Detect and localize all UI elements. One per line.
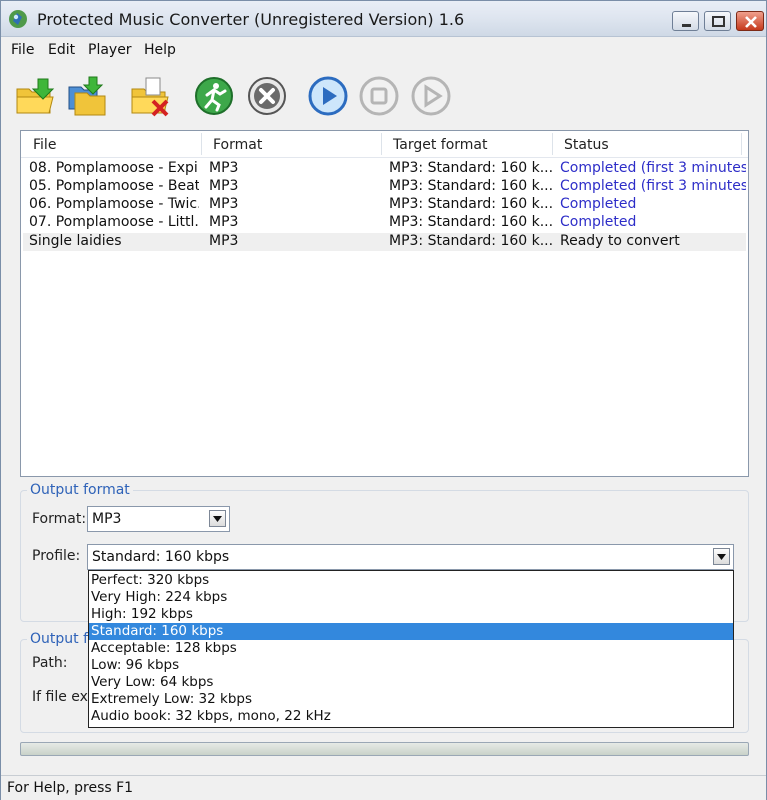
convert-run-icon[interactable] — [193, 75, 235, 117]
column-format[interactable]: Format — [213, 137, 262, 153]
stop-icon[interactable] — [358, 75, 400, 117]
table-row[interactable]: Single laidies MP3 MP3: Standard: 160 k.… — [23, 233, 746, 251]
close-button[interactable] — [736, 11, 764, 31]
menu-bar: File Edit Player Help — [1, 37, 766, 63]
cell-format: MP3 — [209, 160, 239, 176]
dropdown-option[interactable]: High: 192 kbps — [89, 606, 733, 623]
cell-format: MP3 — [209, 178, 239, 194]
chevron-down-icon[interactable] — [209, 510, 226, 527]
cell-file: Single laidies — [29, 233, 122, 249]
dropdown-option[interactable]: Perfect: 320 kbps — [89, 572, 733, 589]
pause-play-icon[interactable] — [410, 75, 452, 117]
cell-format: MP3 — [209, 233, 239, 249]
add-file-folder-icon[interactable] — [14, 75, 56, 117]
dropdown-option[interactable]: Extremely Low: 32 kbps — [89, 691, 733, 708]
dropdown-option[interactable]: Audio book: 32 kbps, mono, 22 kHz — [89, 708, 733, 725]
cell-target: MP3: Standard: 160 k... — [389, 178, 554, 194]
column-file[interactable]: File — [33, 137, 56, 153]
app-logo-icon — [7, 8, 29, 30]
status-text: For Help, press F1 — [7, 780, 134, 796]
dropdown-option-selected[interactable]: Standard: 160 kbps — [89, 623, 733, 640]
title-bar[interactable]: Protected Music Converter (Unregistered … — [1, 1, 766, 37]
cell-file: 06. Pomplamoose - Twic... — [29, 196, 199, 212]
table-row[interactable]: 07. Pomplamoose - Littl... MP3 MP3: Stan… — [23, 214, 746, 232]
if-file-exists-label: If file exi — [32, 689, 92, 705]
output-format-label: Output format — [27, 482, 133, 498]
path-label: Path: — [32, 655, 68, 671]
table-row[interactable]: 08. Pomplamoose - Expi... MP3 MP3: Stand… — [23, 160, 746, 178]
progress-bar — [20, 742, 749, 756]
play-icon[interactable] — [307, 75, 349, 117]
column-target-format[interactable]: Target format — [393, 137, 487, 153]
remove-file-icon[interactable] — [129, 75, 171, 117]
stop-cross-icon[interactable] — [246, 75, 288, 117]
column-status[interactable]: Status — [564, 137, 609, 153]
format-select[interactable]: MP3 — [87, 506, 230, 532]
column-separator[interactable] — [381, 133, 382, 155]
menu-edit[interactable]: Edit — [48, 42, 75, 58]
cell-format: MP3 — [209, 214, 239, 230]
dropdown-option[interactable]: Very Low: 64 kbps — [89, 674, 733, 691]
minimize-button[interactable] — [672, 11, 699, 31]
cell-target: MP3: Standard: 160 k... — [389, 214, 554, 230]
cell-status: Completed — [560, 214, 637, 230]
add-folder-icon[interactable] — [67, 75, 109, 117]
cell-file: 08. Pomplamoose - Expi... — [29, 160, 199, 176]
cell-status: Completed — [560, 196, 637, 212]
profile-select[interactable]: Standard: 160 kbps — [87, 544, 734, 570]
table-row[interactable]: 05. Pomplamoose - Beat... MP3 MP3: Stand… — [23, 178, 746, 196]
profile-label: Profile: — [32, 548, 81, 564]
cell-format: MP3 — [209, 196, 239, 212]
output-folder-label: Output f — [27, 631, 92, 647]
toolbar — [1, 65, 766, 127]
profile-value: Standard: 160 kbps — [92, 549, 230, 565]
dropdown-option[interactable]: Low: 96 kbps — [89, 657, 733, 674]
status-bar: For Help, press F1 — [1, 775, 766, 800]
cell-status: Ready to convert — [560, 233, 680, 249]
menu-help[interactable]: Help — [144, 42, 176, 58]
list-header: File Format Target format Status — [21, 131, 748, 158]
cell-target: MP3: Standard: 160 k... — [389, 196, 554, 212]
cell-target: MP3: Standard: 160 k... — [389, 233, 554, 249]
profile-dropdown-list[interactable]: Perfect: 320 kbps Very High: 224 kbps Hi… — [88, 570, 734, 728]
column-separator[interactable] — [741, 133, 742, 155]
cell-file: 07. Pomplamoose - Littl... — [29, 214, 199, 230]
menu-player[interactable]: Player — [88, 42, 132, 58]
cell-status: Completed (first 3 minutes) — [560, 160, 746, 176]
file-list[interactable]: File Format Target format Status 08. Pom… — [20, 130, 749, 477]
maximize-button[interactable] — [704, 11, 731, 31]
cell-file: 05. Pomplamoose - Beat... — [29, 178, 199, 194]
format-value: MP3 — [92, 511, 122, 527]
dropdown-option[interactable]: Very High: 224 kbps — [89, 589, 733, 606]
app-window: Protected Music Converter (Unregistered … — [0, 0, 767, 800]
column-separator[interactable] — [552, 133, 553, 155]
window-title: Protected Music Converter (Unregistered … — [37, 10, 465, 29]
column-separator[interactable] — [201, 133, 202, 155]
cell-status: Completed (first 3 minutes) — [560, 178, 746, 194]
menu-file[interactable]: File — [11, 42, 34, 58]
dropdown-option[interactable]: Acceptable: 128 kbps — [89, 640, 733, 657]
format-label: Format: — [32, 511, 87, 527]
cell-target: MP3: Standard: 160 k... — [389, 160, 554, 176]
table-row[interactable]: 06. Pomplamoose - Twic... MP3 MP3: Stand… — [23, 196, 746, 214]
chevron-down-icon[interactable] — [713, 548, 730, 565]
